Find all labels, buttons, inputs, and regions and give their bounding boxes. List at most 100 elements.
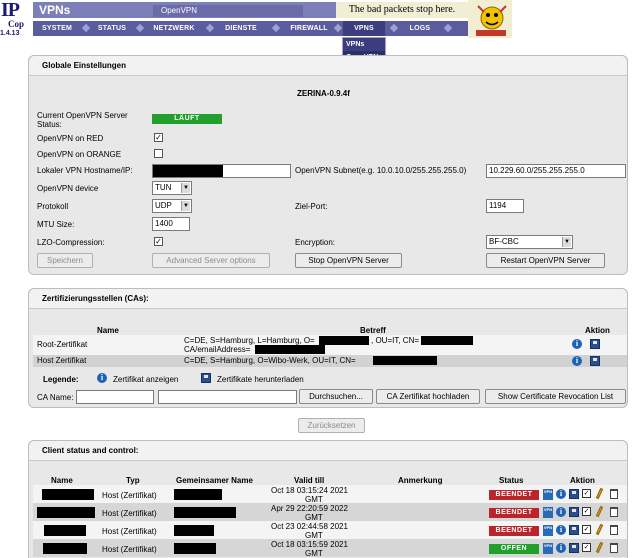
client-panel: Client status and control: Name Typ Geme… [28, 440, 628, 558]
openvpn-red-checkbox[interactable]: ✓ [154, 133, 163, 142]
lzo-checkbox[interactable]: ✓ [154, 237, 163, 246]
info-icon[interactable]: i [556, 525, 566, 535]
info-icon[interactable]: i [556, 489, 566, 499]
openvpn-orange-label: OpenVPN on ORANGE [37, 150, 122, 159]
nav-status[interactable]: STATUS [93, 21, 131, 36]
nav-netzwerk[interactable]: NETZWERK [147, 21, 201, 36]
nav-separator-icon [389, 23, 399, 33]
client-valid-1: Oct 18 03:15:24 2021 [271, 486, 348, 495]
ca-file-input[interactable] [158, 390, 297, 404]
enable-check-icon[interactable]: ✓ [582, 489, 591, 498]
mtu-input[interactable]: 1400 [152, 217, 190, 231]
client-status-badge: BEENDET [489, 508, 539, 518]
enable-check-icon[interactable]: ✓ [582, 525, 591, 534]
client-type: Host (Zertifikat) [102, 509, 157, 518]
server-status-label-1: Current OpenVPN Server [37, 111, 128, 120]
enable-check-icon[interactable]: ✓ [582, 543, 591, 552]
redacted-block [44, 525, 86, 536]
vpn-icon[interactable]: VPN [543, 543, 553, 554]
client-valid-1: Oct 23 02:44:58 2021 [271, 522, 348, 531]
show-crl-button[interactable]: Show Certificate Revocation List [485, 389, 626, 404]
port-input[interactable]: 1194 [486, 199, 524, 213]
redacted-block [319, 336, 369, 345]
browse-button[interactable]: Durchsuchen... [299, 389, 373, 404]
port-label: Ziel-Port: [295, 202, 328, 211]
upload-ca-button[interactable]: CA Zertifikat hochladen [376, 389, 480, 404]
subnet-input[interactable]: 10.229.60.0/255.255.255.0 [486, 164, 626, 178]
ca-row-subject-a: C=DE, S=Hamburg, L=Hamburg, O= [184, 336, 315, 345]
redacted-block [174, 525, 214, 536]
ca-row-subject-b: , OU=IT, CN= [371, 336, 420, 345]
mascot-icon [468, 0, 512, 38]
trash-icon[interactable] [610, 525, 618, 535]
subnet-label: OpenVPN Subnet(e.g. 10.0.10.0/255.255.25… [295, 166, 467, 175]
hostname-input[interactable] [152, 164, 291, 178]
client-valid-1: Oct 18 03:15:59 2021 [271, 540, 348, 549]
nav-dienste[interactable]: DIENSTE [217, 21, 265, 36]
download-disk-icon[interactable] [590, 356, 600, 366]
download-disk-icon[interactable] [569, 489, 579, 499]
legend-download-text: Zertifikate herunterladen [217, 375, 304, 384]
redacted-block [174, 507, 236, 518]
download-disk-icon[interactable] [569, 507, 579, 517]
protocol-label: Protokoll [37, 202, 69, 211]
nav-firewall[interactable]: FIREWALL [283, 21, 335, 36]
main-nav: SYSTEM STATUS NETZWERK DIENSTE FIREWALL … [33, 21, 473, 36]
nav-system[interactable]: SYSTEM [37, 21, 77, 36]
chevron-down-icon: ▼ [562, 237, 571, 247]
download-disk-icon[interactable] [590, 339, 600, 349]
vpn-icon[interactable]: VPN [543, 525, 553, 536]
trash-icon[interactable] [610, 543, 618, 553]
info-icon[interactable]: i [572, 339, 582, 349]
reset-button[interactable]: Zurücksetzen [298, 418, 365, 433]
info-icon[interactable]: i [572, 356, 582, 366]
ca-name-input[interactable] [76, 390, 154, 404]
client-type: Host (Zertifikat) [102, 491, 157, 500]
client-valid-2: GMT [305, 549, 323, 558]
advanced-options-button[interactable]: Advanced Server options [152, 253, 270, 268]
client-status-badge: BEENDET [489, 526, 539, 536]
client-col-type: Typ [126, 476, 140, 485]
enable-check-icon[interactable]: ✓ [582, 507, 591, 516]
device-select[interactable]: TUN ▼ [152, 181, 192, 195]
vpn-icon[interactable]: VPN [543, 489, 553, 500]
encryption-label: Encryption: [295, 238, 336, 247]
vpn-icon[interactable]: VPN [543, 507, 553, 518]
logo-cop-text: Cop [8, 19, 25, 29]
ipcop-logo: IP Cop 1.4.13 [0, 0, 30, 40]
download-disk-icon [201, 373, 211, 383]
nav-vpns[interactable]: VPNS [343, 21, 385, 36]
chevron-down-icon: ▼ [181, 183, 190, 193]
restart-server-button[interactable]: Restart OpenVPN Server [486, 253, 605, 268]
nav-separator-icon [443, 23, 453, 33]
page-title: VPNs [39, 3, 71, 17]
client-col-status: Status [499, 476, 524, 485]
client-heading: Client status and control: [29, 441, 627, 461]
client-type: Host (Zertifikat) [102, 527, 157, 536]
openvpn-orange-checkbox[interactable] [154, 149, 163, 158]
trash-icon[interactable] [610, 507, 618, 517]
info-icon[interactable]: i [556, 507, 566, 517]
save-button[interactable]: Speichern [37, 253, 93, 268]
redacted-block [255, 345, 325, 354]
device-label: OpenVPN device [37, 184, 99, 193]
nav-logs[interactable]: LOGS [401, 21, 439, 36]
redacted-block [174, 489, 222, 500]
info-icon[interactable]: i [556, 543, 566, 553]
server-status-badge: LÄUFT [152, 114, 222, 124]
client-col-common: Gemeinsamer Name [176, 476, 253, 485]
hostname-label: Lokaler VPN Hostname/IP: [37, 166, 133, 175]
stop-server-button[interactable]: Stop OpenVPN Server [295, 253, 402, 268]
download-disk-icon[interactable] [569, 525, 579, 535]
protocol-select[interactable]: UDP ▼ [152, 199, 192, 213]
dropdown-item-vpns[interactable]: VPNs [343, 38, 385, 51]
encryption-select[interactable]: BF-CBC ▼ [486, 235, 573, 249]
version-label: 1.4.13 [0, 30, 20, 37]
download-disk-icon[interactable] [569, 543, 579, 553]
client-status-badge: BEENDET [489, 490, 539, 500]
nav-separator-icon [205, 23, 215, 33]
nav-separator-icon [333, 23, 343, 33]
client-col-name: Name [51, 476, 73, 485]
trash-icon[interactable] [610, 489, 618, 499]
ca-heading: Zertifizierungsstellen (CAs): [29, 289, 627, 309]
